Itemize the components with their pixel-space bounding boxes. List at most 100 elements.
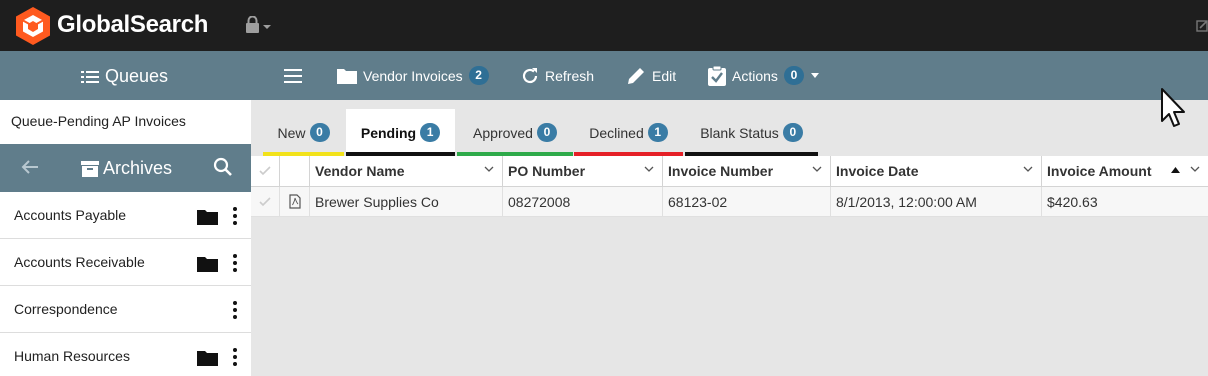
chevron-down-icon[interactable] [484, 166, 494, 174]
more-vert-icon[interactable] [231, 300, 239, 320]
folder-icon[interactable] [197, 349, 218, 366]
refresh-button[interactable]: Refresh [521, 51, 594, 100]
check-icon [259, 166, 271, 176]
archive-item-label: Accounts Receivable [14, 254, 145, 270]
tab-label: Declined [589, 124, 644, 141]
archive-item-accounts-receivable[interactable]: Accounts Receivable [0, 239, 251, 286]
vendor-invoices-button[interactable]: Vendor Invoices 2 [337, 51, 489, 100]
archive-item-accounts-payable[interactable]: Accounts Payable [0, 192, 251, 239]
cell-vendor-name: Brewer Supplies Co [310, 187, 503, 217]
column-header-label: Invoice Amount [1047, 163, 1152, 179]
tab-count-badge: 0 [536, 123, 557, 142]
lock-icon[interactable] [245, 16, 273, 34]
tab-count-badge: 1 [647, 123, 668, 142]
tab-label: Approved [473, 124, 533, 141]
archive-item-human-resources[interactable]: Human Resources [0, 333, 251, 376]
tab-label: New [277, 124, 306, 141]
tab-count-badge: 1 [420, 123, 441, 142]
tab-approved[interactable]: Approved 0 [457, 109, 573, 156]
hamburger-menu-icon [284, 68, 302, 83]
more-vert-icon[interactable] [231, 253, 239, 273]
column-header-invoice-amount[interactable]: Invoice Amount [1042, 156, 1208, 187]
edit-icon[interactable] [1196, 18, 1208, 32]
queues-title: Queues [105, 66, 169, 86]
column-header-invoice-date[interactable]: Invoice Date [831, 156, 1042, 187]
cell-invoice-date: 8/1/2013, 12:00:00 AM [831, 187, 1042, 217]
arrow-left-icon[interactable] [20, 157, 40, 177]
chevron-down-icon[interactable] [1190, 166, 1200, 174]
invoice-grid: Vendor Name PO Number Invoice Number Inv… [251, 156, 1208, 376]
edit-label: Edit [652, 67, 677, 84]
refresh-label: Refresh [545, 67, 595, 84]
cell-po-number: 08272008 [503, 187, 663, 217]
folder-icon[interactable] [197, 255, 218, 272]
tab-declined[interactable]: Declined 1 [574, 109, 683, 156]
tab-count-badge: 0 [782, 123, 803, 142]
archives-title: Archives [103, 158, 173, 178]
column-header-po-number[interactable]: PO Number [503, 156, 663, 187]
top-bar: GlobalSearch [0, 0, 1208, 51]
column-header-label: Invoice Number [668, 163, 774, 179]
clipboard-check-icon [708, 65, 726, 86]
more-vert-icon[interactable] [231, 347, 239, 367]
menu-button[interactable] [284, 51, 302, 100]
archive-item-label: Accounts Payable [14, 207, 127, 223]
table-row[interactable]: Brewer Supplies Co 08272008 68123-02 8/1… [251, 187, 1208, 217]
actions-count-badge: 0 [783, 66, 804, 85]
tab-count-badge: 0 [309, 123, 330, 142]
folder-icon[interactable] [197, 208, 218, 225]
actions-label: Actions [732, 67, 778, 84]
column-header-label: Vendor Name [315, 163, 405, 179]
archive-item-label: Human Resources [14, 348, 130, 364]
pdf-file-icon [289, 194, 301, 209]
tab-pending[interactable]: Pending 1 [346, 109, 455, 156]
toolbar: Vendor Invoices 2 Refresh Edit Actions 0 [251, 51, 1208, 100]
cell-invoice-number: 68123-02 [663, 187, 831, 217]
more-vert-icon[interactable] [231, 206, 239, 226]
refresh-icon [522, 67, 538, 83]
search-icon[interactable] [213, 157, 233, 177]
grid-header: Vendor Name PO Number Invoice Number Inv… [251, 156, 1208, 187]
chevron-down-icon[interactable] [812, 166, 822, 174]
chevron-down-icon[interactable] [1023, 166, 1033, 174]
check-icon [259, 197, 271, 207]
sidebar: Queues Queue-Pending AP Invoices Archive… [0, 51, 251, 376]
tab-new[interactable]: New 0 [263, 109, 344, 156]
vendor-invoices-label: Vendor Invoices [363, 67, 463, 84]
archive-item-correspondence[interactable]: Correspondence [0, 286, 251, 333]
list-icon [81, 70, 99, 83]
cell-text: 08272008 [508, 194, 571, 210]
select-all-checkbox[interactable] [251, 156, 280, 187]
globalsearch-logo-icon[interactable] [14, 6, 52, 46]
archives-header: Archives [0, 144, 251, 192]
actions-dropdown[interactable]: Actions 0 [708, 51, 820, 100]
column-header-invoice-number[interactable]: Invoice Number [663, 156, 831, 187]
app-brand: GlobalSearch [57, 11, 209, 38]
queue-item-pending-ap[interactable]: Queue-Pending AP Invoices [0, 100, 251, 144]
cell-text: Brewer Supplies Co [315, 194, 439, 210]
status-tabs: New 0 Pending 1 Approved 0 Declined 1 Bl… [251, 100, 1208, 156]
column-header-vendor-name[interactable]: Vendor Name [310, 156, 503, 187]
folder-icon [337, 68, 357, 84]
edit-button[interactable]: Edit [626, 51, 676, 100]
row-checkbox[interactable] [251, 187, 280, 217]
column-header-label: Invoice Date [836, 163, 919, 179]
column-header-label: PO Number [508, 163, 586, 179]
archive-item-label: Correspondence [14, 301, 118, 317]
sort-ascending-icon[interactable] [1171, 167, 1180, 173]
vendor-invoices-count-badge: 2 [468, 66, 489, 85]
cell-invoice-amount: $420.63 [1042, 187, 1208, 217]
chevron-down-icon[interactable] [644, 166, 654, 174]
archive-box-icon [81, 160, 99, 177]
tab-label: Blank Status [700, 124, 779, 141]
pencil-icon [628, 67, 644, 84]
tab-blank-status[interactable]: Blank Status 0 [685, 109, 818, 156]
cell-text: 68123-02 [668, 194, 728, 210]
tab-label: Pending [360, 124, 417, 141]
doc-type-header [280, 156, 310, 187]
caret-down-icon [810, 72, 819, 78]
cell-text: $420.63 [1047, 194, 1098, 210]
cell-text: 8/1/2013, 12:00:00 AM [836, 194, 977, 210]
queues-header[interactable]: Queues [0, 51, 251, 100]
row-doc-type[interactable] [280, 187, 310, 217]
